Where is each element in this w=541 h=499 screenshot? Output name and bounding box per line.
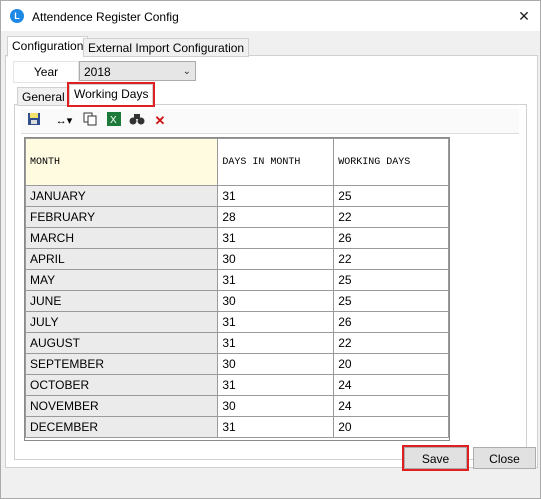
cell-days[interactable]: 31 xyxy=(217,227,335,249)
cell-month[interactable]: DECEMBER xyxy=(24,416,219,438)
column-header-working-days[interactable]: WORKING DAYS xyxy=(333,138,449,186)
svg-text:X: X xyxy=(110,115,117,126)
grid-toolbar: ↔▾ X ✕ xyxy=(21,109,519,134)
cell-days[interactable]: 31 xyxy=(217,416,335,438)
table-row[interactable]: FEBRUARY 28 22 xyxy=(24,206,449,228)
cell-month[interactable]: FEBRUARY xyxy=(24,206,219,228)
table-row[interactable]: MARCH 31 26 xyxy=(24,227,449,249)
copy-icon[interactable] xyxy=(81,112,99,130)
table-row[interactable]: MAY 31 25 xyxy=(24,269,449,291)
cell-days[interactable]: 31 xyxy=(217,311,335,333)
cell-month[interactable]: SEPTEMBER xyxy=(24,353,219,375)
column-resize-icon[interactable]: ↔▾ xyxy=(51,112,77,130)
save-icon[interactable] xyxy=(25,112,43,130)
title-bar: L Attendence Register Config ✕ xyxy=(1,1,540,31)
cell-days[interactable]: 28 xyxy=(217,206,335,228)
tab-general[interactable]: General xyxy=(17,87,70,106)
cell-month[interactable]: JUNE xyxy=(24,290,219,312)
cell-working-days[interactable]: 25 xyxy=(333,185,449,207)
cell-month[interactable]: NOVEMBER xyxy=(24,395,219,417)
chevron-down-icon[interactable]: ⌄ xyxy=(183,62,191,82)
working-days-grid: MONTH DAYS IN MONTH WORKING DAYS JANUARY… xyxy=(24,137,450,441)
config-window: L Attendence Register Config ✕ Configura… xyxy=(0,0,541,499)
table-row[interactable]: DECEMBER 31 20 xyxy=(24,416,449,438)
cell-month[interactable]: JANUARY xyxy=(24,185,219,207)
close-button[interactable]: Close xyxy=(473,447,536,469)
table-row[interactable]: SEPTEMBER 30 20 xyxy=(24,353,449,375)
cell-days[interactable]: 30 xyxy=(217,395,335,417)
year-label: Year xyxy=(13,61,79,83)
table-row[interactable]: OCTOBER 31 24 xyxy=(24,374,449,396)
year-select[interactable]: 2018 ⌄ xyxy=(79,61,196,81)
cell-working-days[interactable]: 22 xyxy=(333,248,449,270)
save-button[interactable]: Save xyxy=(402,445,469,471)
cell-working-days[interactable]: 24 xyxy=(333,374,449,396)
table-row[interactable]: JULY 31 26 xyxy=(24,311,449,333)
year-value: 2018 xyxy=(84,65,111,79)
table-row[interactable]: APRIL 30 22 xyxy=(24,248,449,270)
cell-days[interactable]: 30 xyxy=(217,353,335,375)
cell-month[interactable]: MAY xyxy=(24,269,219,291)
cell-working-days[interactable]: 24 xyxy=(333,395,449,417)
table-row[interactable]: NOVEMBER 30 24 xyxy=(24,395,449,417)
table-row[interactable]: JANUARY 31 25 xyxy=(24,185,449,207)
cell-month[interactable]: OCTOBER xyxy=(24,374,219,396)
column-header-days-in-month[interactable]: DAYS IN MONTH xyxy=(217,138,335,186)
cell-days[interactable]: 31 xyxy=(217,332,335,354)
cell-month[interactable]: APRIL xyxy=(24,248,219,270)
tab-configuration[interactable]: Configuration xyxy=(7,36,89,57)
find-icon[interactable] xyxy=(127,112,147,130)
cell-working-days[interactable]: 20 xyxy=(333,416,449,438)
cell-working-days[interactable]: 26 xyxy=(333,311,449,333)
column-header-month[interactable]: MONTH xyxy=(24,138,219,186)
cell-working-days[interactable]: 25 xyxy=(333,290,449,312)
cell-working-days[interactable]: 22 xyxy=(333,332,449,354)
delete-icon[interactable]: ✕ xyxy=(151,112,169,130)
table-row[interactable]: AUGUST 31 22 xyxy=(24,332,449,354)
cell-working-days[interactable]: 26 xyxy=(333,227,449,249)
working-days-table: MONTH DAYS IN MONTH WORKING DAYS JANUARY… xyxy=(24,138,449,438)
cell-month[interactable]: AUGUST xyxy=(24,332,219,354)
cell-days[interactable]: 30 xyxy=(217,290,335,312)
close-window-icon[interactable]: ✕ xyxy=(509,5,539,27)
cell-days[interactable]: 31 xyxy=(217,185,335,207)
cell-working-days[interactable]: 22 xyxy=(333,206,449,228)
cell-month[interactable]: MARCH xyxy=(24,227,219,249)
excel-export-icon[interactable]: X xyxy=(105,112,123,130)
cell-working-days[interactable]: 20 xyxy=(333,353,449,375)
window-title: Attendence Register Config xyxy=(32,10,179,24)
cell-days[interactable]: 31 xyxy=(217,269,335,291)
table-row[interactable]: JUNE 30 25 xyxy=(24,290,449,312)
cell-working-days[interactable]: 25 xyxy=(333,269,449,291)
header-row: MONTH DAYS IN MONTH WORKING DAYS xyxy=(24,138,449,186)
cell-month[interactable]: JULY xyxy=(24,311,219,333)
tab-external-import-configuration[interactable]: External Import Configuration xyxy=(83,38,250,57)
tab-working-days[interactable]: Working Days xyxy=(66,82,156,107)
cell-days[interactable]: 31 xyxy=(217,374,335,396)
app-icon: L xyxy=(10,9,24,23)
cell-days[interactable]: 30 xyxy=(217,248,335,270)
